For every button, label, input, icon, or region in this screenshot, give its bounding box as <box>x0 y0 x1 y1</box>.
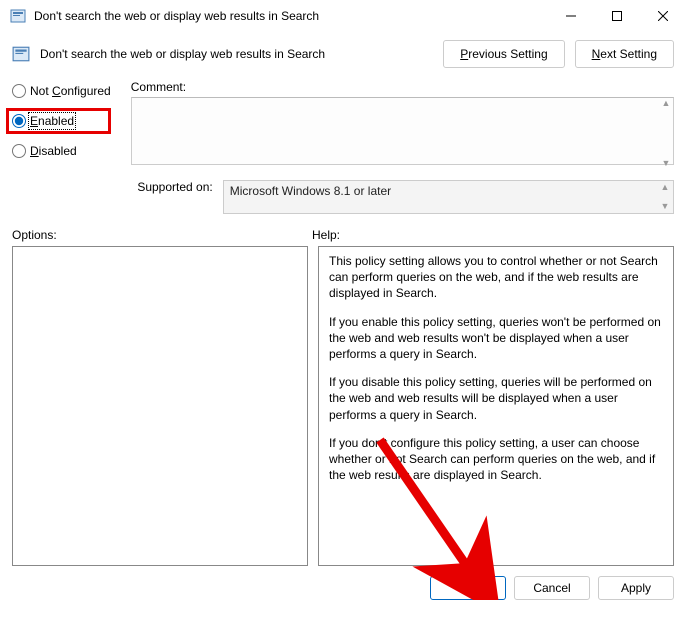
supported-on-label: Supported on: <box>131 180 213 194</box>
comment-input[interactable] <box>131 97 674 165</box>
apply-button[interactable]: Apply <box>598 576 674 600</box>
ok-button[interactable]: OK <box>430 576 506 600</box>
maximize-button[interactable] <box>594 1 640 31</box>
window-title: Don't search the web or display web resu… <box>34 9 548 23</box>
next-setting-button[interactable]: Next Setting <box>575 40 674 68</box>
header: Don't search the web or display web resu… <box>0 32 686 76</box>
radio-not-configured-input[interactable] <box>12 84 26 98</box>
close-button[interactable] <box>640 1 686 31</box>
policy-icon <box>12 45 30 63</box>
radio-enabled[interactable]: Enabled <box>12 114 82 128</box>
radio-enabled-input[interactable] <box>12 114 26 128</box>
cancel-button[interactable]: Cancel <box>514 576 590 600</box>
state-radio-group: Not Configured Enabled Disabled <box>12 80 111 214</box>
help-label: Help: <box>312 228 340 242</box>
scrollbar[interactable]: ▲▼ <box>660 99 672 168</box>
options-label: Options: <box>12 228 312 242</box>
supported-on-value: Microsoft Windows 8.1 or later ▲▼ <box>223 180 674 214</box>
policy-icon <box>10 8 26 24</box>
scrollbar[interactable]: ▲▼ <box>659 183 671 211</box>
radio-disabled-input[interactable] <box>12 144 26 158</box>
radio-disabled[interactable]: Disabled <box>12 144 111 158</box>
highlight-box: Enabled <box>6 108 111 134</box>
minimize-button[interactable] <box>548 1 594 31</box>
dialog-footer: OK Cancel Apply <box>0 566 686 610</box>
help-paragraph: If you don't configure this policy setti… <box>329 435 663 484</box>
titlebar: Don't search the web or display web resu… <box>0 0 686 32</box>
previous-setting-button[interactable]: Previous Setting <box>443 40 564 68</box>
help-paragraph: If you disable this policy setting, quer… <box>329 374 663 423</box>
page-title: Don't search the web or display web resu… <box>40 47 433 61</box>
options-pane <box>12 246 308 566</box>
help-paragraph: This policy setting allows you to contro… <box>329 253 663 302</box>
radio-not-configured[interactable]: Not Configured <box>12 84 111 98</box>
help-pane: This policy setting allows you to contro… <box>318 246 674 566</box>
comment-label: Comment: <box>131 80 674 94</box>
help-paragraph: If you enable this policy setting, queri… <box>329 314 663 363</box>
